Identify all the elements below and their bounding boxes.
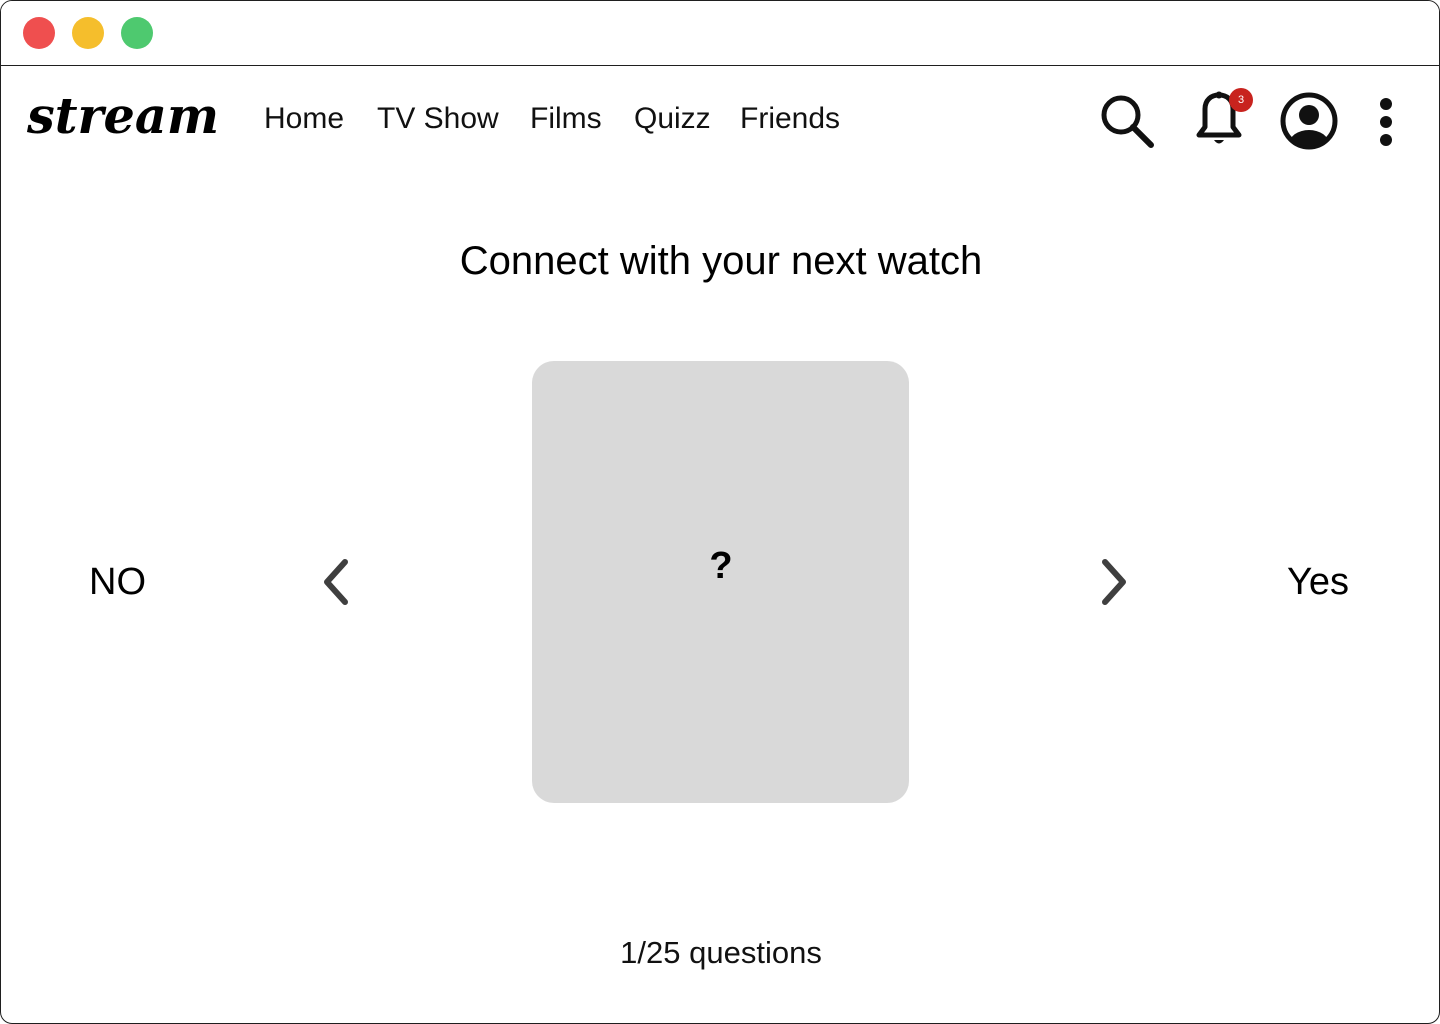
chevron-right-icon[interactable] [1097,557,1133,607]
browser-window: stream Home TV Show Films Quizz Friends … [0,0,1440,1024]
nav-films[interactable]: Films [530,101,602,137]
page-title: Connect with your next watch [459,239,983,283]
close-window-button[interactable] [23,17,55,49]
question-progress: 1/25 questions [620,935,822,970]
maximize-window-button[interactable] [121,17,153,49]
minimize-window-button[interactable] [72,17,104,49]
nav-home[interactable]: Home [264,101,344,137]
account-circle-icon[interactable] [1278,90,1340,152]
answer-no-button[interactable]: NO [89,559,146,605]
answer-yes-button[interactable]: Yes [1287,559,1349,605]
more-vertical-icon[interactable] [1373,97,1399,147]
search-icon[interactable] [1099,93,1155,149]
logo-text: stream [26,87,219,145]
chevron-left-icon[interactable] [317,557,353,607]
stream-logo[interactable]: stream [25,87,225,145]
nav-tv-show[interactable]: TV Show [377,101,499,137]
question-card[interactable] [532,361,909,803]
nav-quizz[interactable]: Quizz [634,101,711,137]
nav-friends[interactable]: Friends [740,101,840,137]
title-bar [1,1,1439,66]
notification-badge: 3 [1229,88,1253,112]
